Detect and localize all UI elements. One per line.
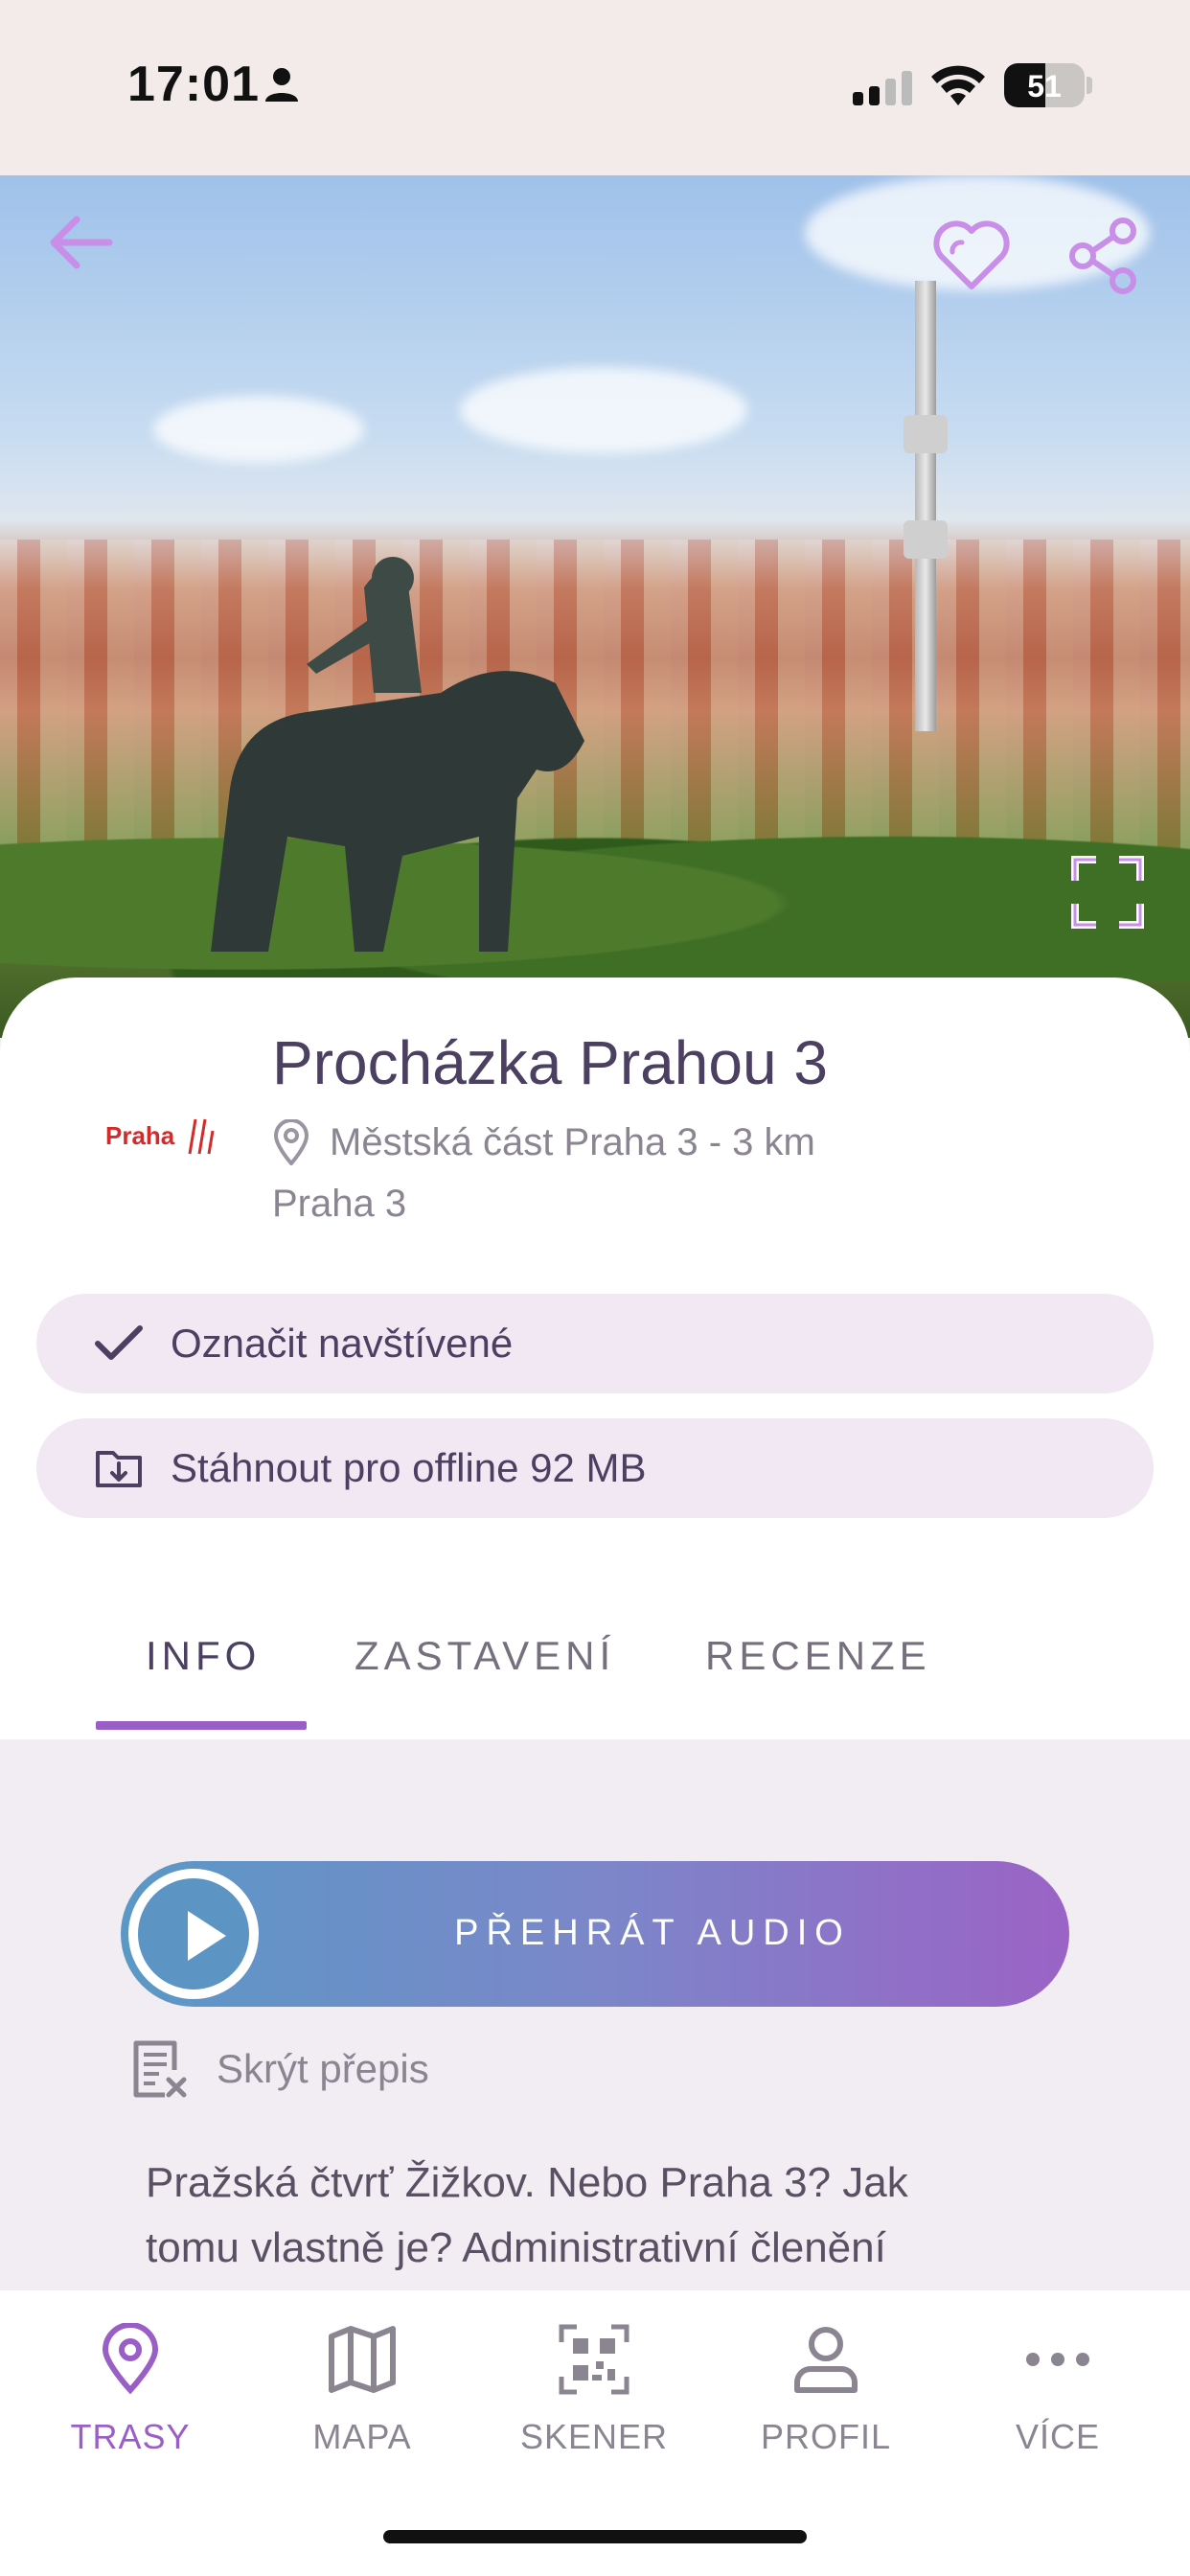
nav-label-profil: PROFIL [760,2417,892,2456]
back-button[interactable] [42,204,119,281]
nav-label-mapa: MAPA [312,2417,412,2456]
fullscreen-button[interactable] [1071,856,1144,929]
route-card: Praha Procházka Prahou 3 Městská část Pr… [0,978,1190,1739]
cellular-signal-icon [853,71,912,105]
hero-image [0,175,1190,1038]
nav-item-vice[interactable]: VÍCE [962,2323,1154,2457]
nav-label-vice: VÍCE [1015,2417,1101,2456]
active-tab-indicator [96,1721,307,1730]
more-icon [1026,2353,1089,2366]
status-time: 17:01 [127,57,260,112]
tv-tower [915,281,936,731]
tv-tower-pod [904,520,948,559]
play-audio-label: PŘEHRÁT AUDIO [454,1913,851,1953]
hide-transcript-label: Skrýt přepis [217,2046,429,2091]
share-button[interactable] [1065,218,1142,294]
nav-item-profil[interactable]: PROFIL [730,2323,922,2457]
user-icon [794,2327,858,2393]
person-icon [265,68,298,102]
transcript-hide-icon [133,2040,187,2098]
battery-level: 51 [1027,69,1062,104]
route-location: Městská část Praha 3 - 3 km [272,1119,815,1165]
wifi-icon [931,65,985,105]
nav-label-skener: SKENER [519,2417,669,2456]
cloud [460,367,747,453]
battery-tip [1087,77,1092,94]
svg-text:Praha: Praha [105,1121,175,1150]
nav-item-skener[interactable]: SKENER [498,2323,690,2457]
cloud [153,396,364,463]
tab-info[interactable]: INFO [146,1633,261,1679]
play-audio-button[interactable]: PŘEHRÁT AUDIO [121,1861,1069,2007]
tab-bar: INFO ZASTAVENÍ RECENZE [0,1572,1190,1735]
route-title: Procházka Prahou 3 [272,1028,828,1097]
equestrian-statue [211,557,584,952]
tv-tower-pod [904,415,948,453]
hide-transcript-button[interactable]: Skrýt přepis [130,2039,429,2099]
map-icon [329,2326,396,2393]
download-offline-label: Stáhnout pro offline 92 MB [171,1445,647,1490]
nav-label-trasy: TRASY [70,2417,191,2456]
bottom-navigation: TRASY MAPA SKENER PROFIL VÍCE [0,2290,1190,2576]
map-pin-icon [102,2323,159,2395]
nav-item-mapa[interactable]: MAPA [266,2323,458,2457]
tab-stops[interactable]: ZASTAVENÍ [355,1633,615,1679]
favorite-button[interactable] [931,218,1012,294]
nav-item-trasy[interactable]: TRASY [34,2323,226,2457]
home-indicator[interactable] [383,2530,807,2543]
location-text: Městská část Praha 3 - 3 km [330,1120,815,1163]
tab-reviews[interactable]: RECENZE [705,1633,931,1679]
download-offline-button[interactable]: Stáhnout pro offline 92 MB [36,1418,1154,1518]
checkmark-icon [95,1325,143,1360]
mark-visited-button[interactable]: Označit navštívené [36,1294,1154,1393]
status-bar: 17:01 51 [0,0,1190,175]
qr-scanner-icon [559,2324,629,2395]
location-pin-icon [273,1119,309,1165]
battery-indicator: 51 [1004,63,1085,107]
route-area: Praha 3 [272,1183,407,1225]
route-description: Pražská čtvrť Žižkov. Nebo Praha 3? Jak … [146,2159,908,2271]
download-folder-icon [96,1451,142,1487]
mark-visited-label: Označit navštívené [171,1321,514,1366]
praha-logo: Praha [105,1118,215,1155]
